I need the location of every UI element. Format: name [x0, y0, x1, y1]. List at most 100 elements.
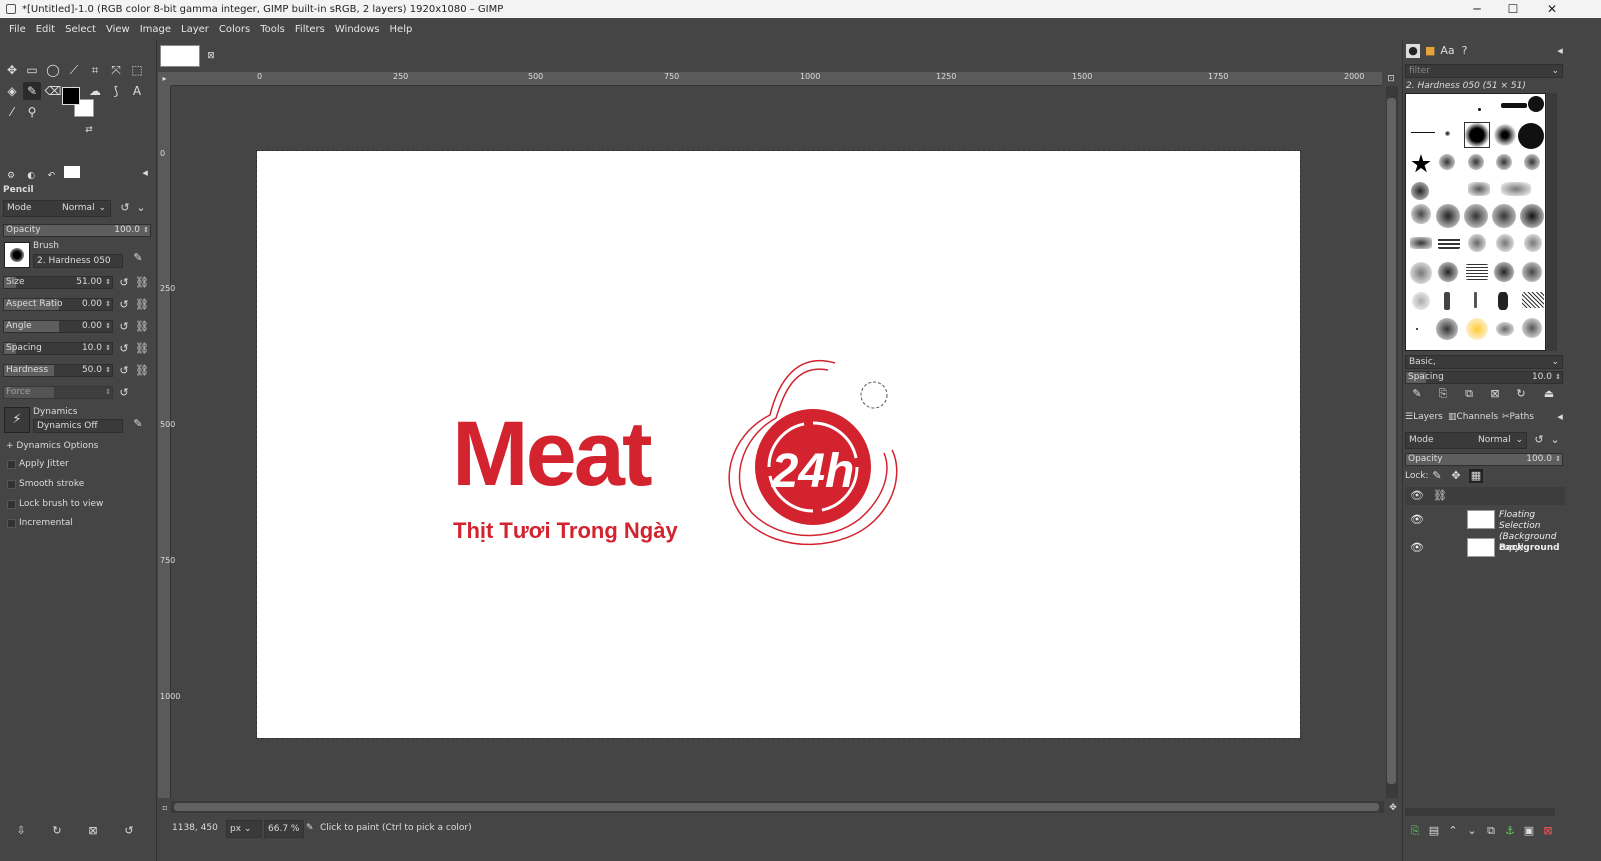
brush-preview[interactable]	[4, 242, 30, 268]
lasso-icon[interactable]: ◯	[44, 61, 62, 79]
open-brush-icon[interactable]: ⏏	[1542, 387, 1556, 401]
layers-hscrollbar[interactable]	[1405, 808, 1555, 816]
brush-item[interactable]	[1501, 182, 1531, 196]
lock-brush-checkbox[interactable]	[7, 500, 16, 509]
link-spacing-icon[interactable]: ⛓	[135, 342, 149, 356]
anchor-layer-icon[interactable]: ⚓	[1501, 823, 1519, 839]
text-tool-icon[interactable]: A	[128, 82, 146, 100]
chevron-down-icon[interactable]: ⌄	[1548, 433, 1562, 447]
fonts-tab-icon[interactable]: Aa	[1440, 44, 1454, 58]
menu-view[interactable]: View	[101, 24, 135, 35]
menu-file[interactable]: File	[4, 24, 31, 35]
link-aspect-icon[interactable]: ⛓	[135, 298, 149, 312]
brush-item[interactable]	[1522, 262, 1542, 282]
hardness-slider[interactable]: Hardness 50.0 ⇕	[3, 364, 113, 377]
undo-history-tab-icon[interactable]: ↶	[43, 171, 59, 183]
patterns-tab-icon[interactable]: ■	[1423, 44, 1437, 58]
angle-slider[interactable]: Angle 0.00 ⇕	[3, 320, 113, 333]
color-picker-icon[interactable]: ⁄	[3, 103, 21, 121]
dynamics-icon[interactable]: ⚡	[4, 407, 30, 433]
brush-item[interactable]	[1468, 182, 1490, 196]
brush-item[interactable]	[1466, 264, 1488, 280]
brush-item[interactable]	[1501, 103, 1527, 108]
pencil-tool-icon[interactable]: ✎	[23, 82, 41, 100]
opacity-slider[interactable]: Opacity 100.0 ⇕	[3, 224, 151, 237]
reset-layer-mode-icon[interactable]: ↺	[1532, 433, 1546, 447]
brush-item[interactable]	[1438, 237, 1460, 249]
configure-tab-icon[interactable]: ◂	[138, 166, 152, 180]
horizontal-ruler[interactable]: 0 250 500 750 1000 1250 1500 1750 2000	[171, 72, 1382, 86]
brushes-tab-icon[interactable]: ●	[1406, 44, 1420, 58]
delete-layer-icon[interactable]: ⊠	[1539, 823, 1557, 839]
brush-item[interactable]	[1474, 292, 1477, 308]
spacing-slider[interactable]: Spacing 10.0 ⇕	[3, 342, 113, 355]
menu-select[interactable]: Select	[60, 24, 101, 35]
apply-jitter-checkbox[interactable]	[7, 460, 16, 469]
close-button[interactable]: ✕	[1533, 0, 1571, 18]
reset-mode-icon[interactable]: ↺	[118, 201, 132, 215]
lower-layer-icon[interactable]: ⌄	[1463, 823, 1481, 839]
reset-angle-icon[interactable]: ↺	[117, 320, 131, 334]
brush-spacing-slider[interactable]: Spacing 10.0 ⇕	[1405, 371, 1563, 384]
eraser-icon[interactable]: ⌫	[44, 82, 62, 100]
chevron-down-icon[interactable]: ⌄	[134, 201, 148, 215]
smudge-icon[interactable]: ☁	[86, 82, 104, 100]
brush-item-selected[interactable]	[1464, 122, 1490, 148]
new-brush-icon[interactable]: ⎘	[1436, 387, 1450, 401]
reset-aspect-icon[interactable]: ↺	[117, 298, 131, 312]
lock-alpha-icon[interactable]: ▦	[1469, 469, 1483, 483]
brush-item[interactable]	[1411, 132, 1435, 133]
reset-hardness-icon[interactable]: ↺	[117, 364, 131, 378]
transform-icon[interactable]: ⤧	[107, 61, 125, 79]
swap-colors-icon[interactable]: ⇄	[82, 123, 96, 137]
incremental-checkbox[interactable]	[7, 519, 16, 528]
brush-item[interactable]	[1464, 204, 1488, 228]
tab-paths[interactable]: ✂Paths	[1502, 412, 1534, 422]
eye-icon[interactable]: 👁	[1410, 513, 1424, 526]
quick-mask-corner-icon[interactable]: ▸	[158, 72, 171, 86]
brush-item[interactable]	[1498, 292, 1508, 310]
brush-item[interactable]	[1468, 154, 1484, 170]
brush-item[interactable]	[1494, 262, 1514, 282]
edit-brush-icon[interactable]: ✎	[131, 251, 145, 265]
menu-tools[interactable]: Tools	[255, 24, 290, 35]
brush-item[interactable]	[1478, 108, 1481, 111]
brush-grid-scrollbar[interactable]	[1547, 93, 1557, 351]
horizontal-scrollbar[interactable]	[171, 801, 1384, 813]
brush-item[interactable]	[1410, 237, 1432, 249]
link-size-icon[interactable]: ⛓	[135, 276, 149, 290]
reset-spacing-icon[interactable]: ↺	[117, 342, 131, 356]
mask-layer-icon[interactable]: ▣	[1520, 823, 1538, 839]
foreground-color-swatch[interactable]	[62, 87, 80, 105]
refresh-brushes-icon[interactable]: ↻	[1514, 387, 1528, 401]
zoom-icon[interactable]: ⚲	[23, 103, 41, 121]
brush-item[interactable]	[1496, 234, 1514, 252]
zoom-select[interactable]: 66.7 %	[264, 820, 304, 838]
tab-channels[interactable]: ▥Channels	[1448, 412, 1498, 422]
new-layer-group-icon[interactable]: ▤	[1425, 823, 1443, 839]
menu-windows[interactable]: Windows	[330, 24, 385, 35]
new-layer-icon[interactable]: ⎘	[1406, 823, 1424, 839]
brush-item[interactable]	[1416, 328, 1418, 330]
brush-tag-select[interactable]: Basic, ⌄	[1405, 355, 1563, 369]
configure-dock-icon[interactable]: ◂	[1553, 44, 1567, 58]
help-tab-icon[interactable]: ?	[1458, 44, 1472, 58]
edit-dynamics-icon[interactable]: ✎	[131, 417, 145, 431]
smooth-stroke-checkbox[interactable]	[7, 480, 16, 489]
size-slider[interactable]: Size 51.00 ⇕	[3, 276, 113, 289]
minimize-button[interactable]: ─	[1458, 0, 1496, 18]
horizontal-scroll-thumb[interactable]	[174, 803, 1379, 811]
layer-row[interactable]: 👁 Background	[1405, 535, 1565, 561]
brush-item[interactable]	[1466, 318, 1488, 340]
maximize-button[interactable]: ☐	[1494, 0, 1532, 18]
layer-mode-select[interactable]: Mode Normal ⌄	[1405, 432, 1527, 449]
link-hardness-icon[interactable]: ⛓	[135, 364, 149, 378]
reset-force-icon[interactable]: ↺	[117, 386, 131, 400]
path-icon[interactable]: ⟆	[107, 82, 125, 100]
vertical-ruler[interactable]: 0 250 500 750 1000	[158, 86, 180, 798]
menu-help[interactable]: Help	[385, 24, 418, 35]
fuzzy-select-icon[interactable]: ⟋	[65, 61, 83, 79]
brush-item[interactable]	[1439, 154, 1455, 170]
brush-item[interactable]	[1520, 204, 1544, 228]
edit-brush-icon[interactable]: ✎	[1410, 387, 1424, 401]
